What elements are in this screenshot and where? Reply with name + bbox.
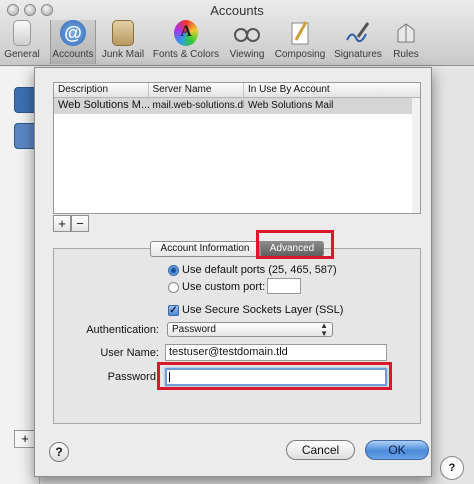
password-label: Password: <box>107 371 159 383</box>
toolbar-accounts-label: Accounts <box>52 49 94 60</box>
toolbar-fonts-colors-label: Fonts & Colors <box>152 49 220 60</box>
add-server-button[interactable]: + <box>53 215 71 232</box>
toolbar-junk-mail-label: Junk Mail <box>101 49 145 60</box>
toolbar-junk-mail[interactable]: Junk Mail <box>98 20 148 64</box>
custom-port-radio[interactable] <box>168 282 179 293</box>
glasses-icon <box>233 20 261 46</box>
general-switch-icon <box>13 20 31 46</box>
authentication-value: Password <box>172 324 216 335</box>
ssl-checkbox[interactable]: ✓ <box>168 305 179 316</box>
toolbar-signatures[interactable]: Signatures <box>330 20 386 64</box>
rules-icon <box>392 20 420 46</box>
authentication-popup[interactable]: Password ▲ ▼ <box>167 321 333 338</box>
toolbar-fonts-colors[interactable]: A Fonts & Colors <box>150 20 222 64</box>
column-header-description[interactable]: Description <box>54 83 149 97</box>
cell-server-name: mail.web-solutions.dk <box>152 100 244 111</box>
cell-in-use-by: Web Solutions Mail <box>247 100 334 111</box>
column-header-in-use-by[interactable]: In Use By Account <box>244 83 420 97</box>
pencil-paper-icon <box>286 20 314 46</box>
advanced-tab-highlight <box>256 230 334 259</box>
cell-description: Web Solutions M... <box>58 99 149 111</box>
toolbar-viewing-label: Viewing <box>229 49 265 60</box>
smtp-server-sheet: Description Server Name In Use By Accoun… <box>34 67 432 477</box>
toolbar-general-label: General <box>4 49 40 60</box>
custom-port-field[interactable] <box>267 278 301 294</box>
table-scrollbar[interactable] <box>412 98 420 213</box>
account-details-background <box>432 67 474 484</box>
signature-pen-icon <box>344 20 372 46</box>
toolbar-rules[interactable]: Rules <box>388 20 424 64</box>
toolbar-rules-label: Rules <box>393 49 419 60</box>
at-sign-icon: @ <box>60 20 86 46</box>
toolbar-viewing[interactable]: Viewing <box>224 20 270 64</box>
help-button[interactable]: ? <box>49 442 69 462</box>
custom-port-label: Use custom port: <box>182 281 266 293</box>
window-toolbar: Accounts General @ Accounts Junk Mail A … <box>0 0 474 66</box>
fonts-colors-icon: A <box>174 20 198 46</box>
table-row[interactable]: Web Solutions M... mail.web-solutions.dk… <box>54 98 420 114</box>
user-name-label: User Name: <box>100 347 159 359</box>
password-field-highlight <box>157 362 392 390</box>
toolbar-accounts[interactable]: @ Accounts <box>50 20 96 64</box>
user-name-field[interactable]: testuser@testdomain.tld <box>165 344 387 361</box>
junk-mail-icon <box>112 20 134 46</box>
popup-arrows-icon: ▲ ▼ <box>320 321 328 338</box>
smtp-server-table: Description Server Name In Use By Accoun… <box>53 82 421 214</box>
add-account-button[interactable]: + <box>14 430 36 448</box>
authentication-label: Authentication: <box>86 324 159 336</box>
default-ports-label: Use default ports (25, 465, 587) <box>182 264 337 276</box>
toolbar-composing-label: Composing <box>274 49 326 60</box>
ok-button[interactable]: OK <box>365 440 429 460</box>
column-header-server-name[interactable]: Server Name <box>149 83 244 97</box>
remove-server-button[interactable]: − <box>71 215 89 232</box>
table-header: Description Server Name In Use By Accoun… <box>54 83 420 98</box>
cancel-button[interactable]: Cancel <box>286 440 355 460</box>
toolbar-composing[interactable]: Composing <box>272 20 328 64</box>
background-help-button[interactable]: ? <box>440 456 464 480</box>
toolbar-signatures-label: Signatures <box>334 49 382 60</box>
default-ports-radio[interactable] <box>168 265 179 276</box>
window-title: Accounts <box>210 3 264 18</box>
toolbar-general[interactable]: General <box>2 20 42 64</box>
ssl-label: Use Secure Sockets Layer (SSL) <box>182 304 344 316</box>
tab-account-information[interactable]: Account Information <box>150 241 260 257</box>
